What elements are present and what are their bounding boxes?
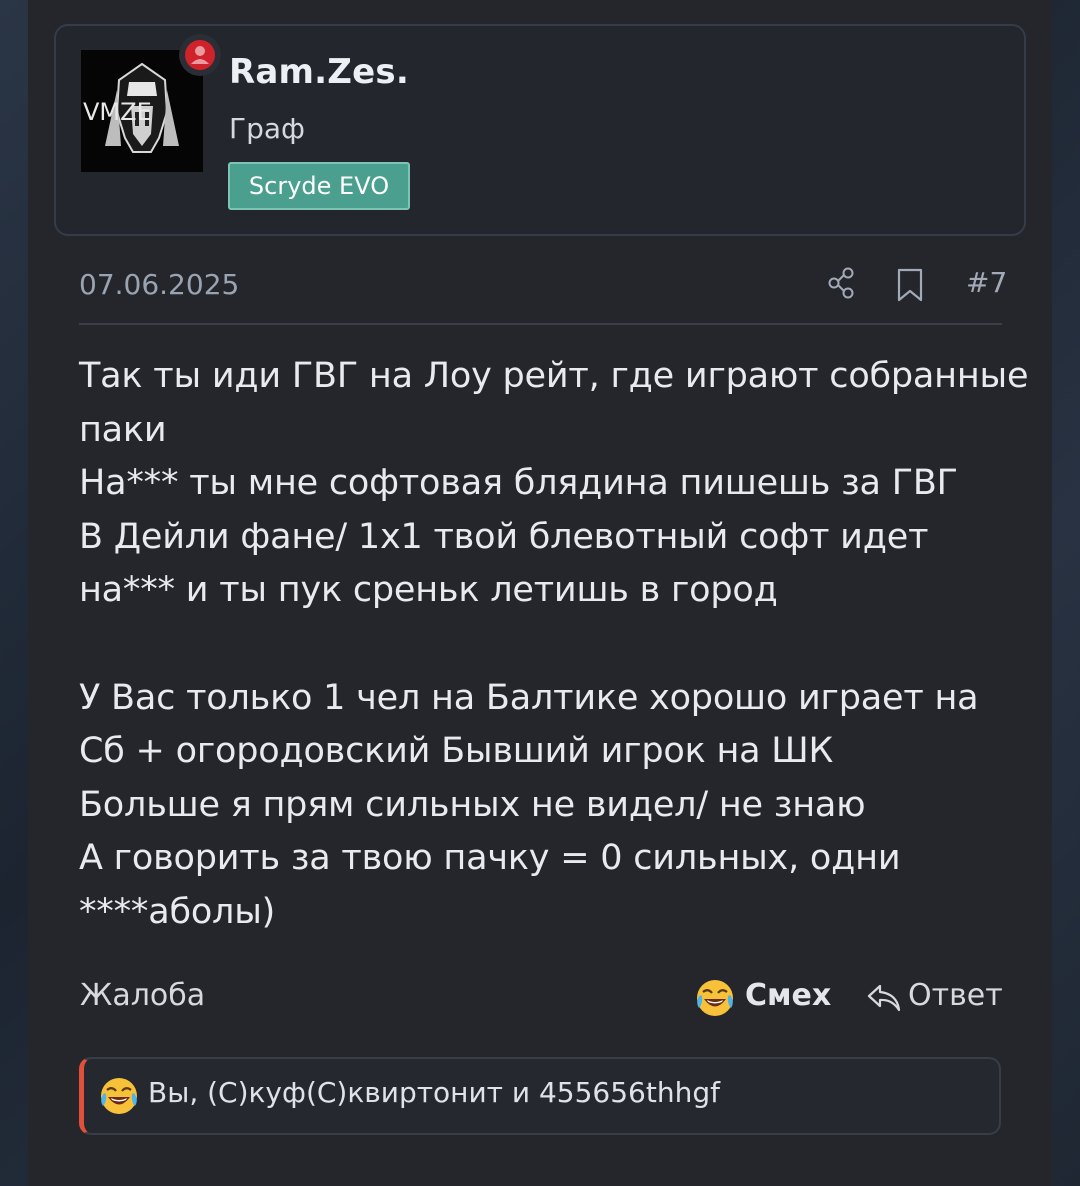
laugh-emoji-icon[interactable]: [695, 978, 735, 1018]
post-body-line: Сб + огородовский Бывший игрок на ШК: [79, 731, 834, 772]
reply-button[interactable]: Ответ: [908, 978, 1003, 1013]
post-body-line: Больше я прям сильных не видел/ не знаю: [79, 784, 866, 825]
user-title: Граф: [229, 112, 305, 145]
post-body-line: На*** ты мне софтовая блядина пишешь за …: [79, 463, 958, 504]
bookmark-icon[interactable]: [895, 267, 925, 303]
status-indicator: [179, 34, 221, 76]
post-body-line: на*** и ты пук среньк летишь в город: [79, 570, 778, 611]
divider: [79, 323, 1002, 325]
username-link[interactable]: Ram.Zes.: [229, 52, 409, 92]
post-body: Так ты иди ГВГ на Лоу рейт, где играют с…: [79, 350, 1029, 940]
laugh-emoji-icon: [99, 1076, 139, 1116]
user-status-icon: [185, 40, 215, 70]
post-body-line: ****аболы): [79, 891, 276, 932]
post-body-line: У Вас только 1 чел на Балтике хорошо игр…: [79, 677, 979, 718]
reply-icon[interactable]: [866, 982, 902, 1014]
share-icon[interactable]: [826, 266, 858, 300]
post-body-line: А говорить за твою пачку = 0 сильных, од…: [79, 838, 901, 879]
laugh-reaction-button[interactable]: Смех: [745, 978, 831, 1013]
post-date[interactable]: 07.06.2025: [79, 268, 239, 301]
report-button[interactable]: Жалоба: [80, 978, 205, 1013]
post-body-line: Так ты иди ГВГ на Лоу рейт, где играют с…: [79, 356, 1029, 396]
reactions-summary-text[interactable]: Вы, (С)куф(С)квиртонит и 455656thhgf: [148, 1076, 720, 1109]
user-banner-badge: Scryde EVO: [228, 162, 410, 210]
post-body-line: В Дейли фане/ 1х1 твой блевотный софт ид…: [79, 516, 929, 557]
post-body-line: [79, 618, 1009, 672]
post-body-line: паки: [79, 409, 167, 450]
post-number-link[interactable]: #7: [966, 266, 1007, 299]
avatar-logo-text: VMZE: [83, 98, 152, 126]
